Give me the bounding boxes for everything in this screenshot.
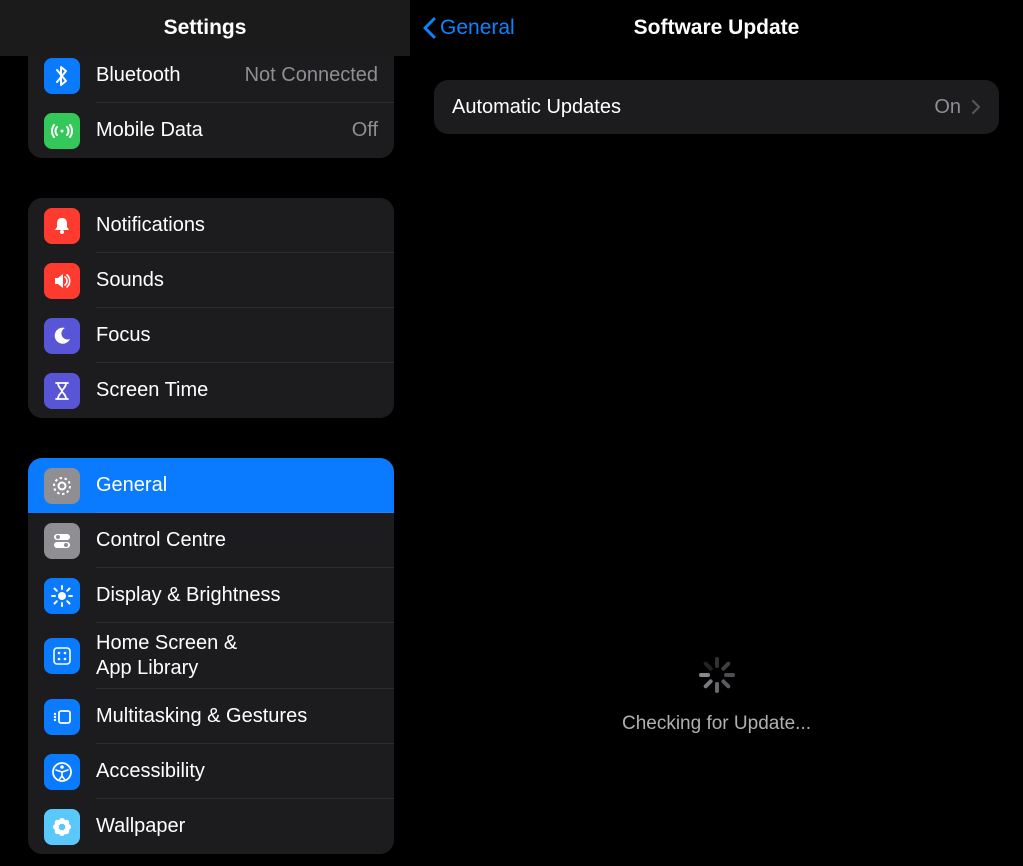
detail-pane: General Software Update Automatic Update… (410, 0, 1023, 866)
sidebar-item-sounds[interactable]: Sounds (28, 253, 394, 308)
checking-status: Checking for Update... (410, 655, 1023, 735)
antenna-icon (44, 113, 80, 149)
multitasking-icon (44, 699, 80, 735)
speaker-icon (44, 263, 80, 299)
sidebar-item-label: Accessibility (96, 759, 378, 784)
sidebar-item-home-screen[interactable]: Home Screen & App Library (28, 623, 394, 689)
accessibility-icon (44, 754, 80, 790)
sidebar-title: Settings (164, 16, 247, 40)
settings-sidebar: Settings Bluetooth Not Connected Mobi (0, 0, 410, 866)
sidebar-item-control-centre[interactable]: Control Centre (28, 513, 394, 568)
sidebar-item-label: Home Screen & App Library (96, 631, 378, 681)
sidebar-item-label: Multitasking & Gestures (96, 704, 378, 729)
switches-icon (44, 523, 80, 559)
sidebar-item-accessibility[interactable]: Accessibility (28, 744, 394, 799)
sidebar-item-label: Mobile Data (96, 118, 344, 143)
grid-icon (44, 638, 80, 674)
sidebar-item-label: Sounds (96, 268, 378, 293)
sidebar-item-mobile-data[interactable]: Mobile Data Off (28, 103, 394, 158)
sidebar-group-notifications: Notifications Sounds Focus (28, 198, 394, 418)
back-label: General (440, 16, 515, 40)
detail-group: Automatic Updates On (434, 80, 999, 134)
sidebar-item-display[interactable]: Display & Brightness (28, 568, 394, 623)
automatic-updates-row[interactable]: Automatic Updates On (434, 80, 999, 134)
bluetooth-icon (44, 58, 80, 94)
detail-title: Software Update (634, 16, 800, 40)
sidebar-item-screen-time[interactable]: Screen Time (28, 363, 394, 418)
sidebar-item-label: Screen Time (96, 378, 378, 403)
detail-header: General Software Update (410, 0, 1023, 56)
back-button[interactable]: General (422, 0, 515, 56)
sidebar-group-connectivity: Bluetooth Not Connected Mobile Data Off (28, 56, 394, 158)
sidebar-item-multitasking[interactable]: Multitasking & Gestures (28, 689, 394, 744)
flower-icon (44, 809, 80, 845)
sidebar-item-focus[interactable]: Focus (28, 308, 394, 363)
sidebar-item-bluetooth[interactable]: Bluetooth Not Connected (28, 56, 394, 103)
sidebar-item-label: Notifications (96, 213, 378, 238)
gear-icon (44, 468, 80, 504)
sidebar-group-general: General Control Centre Display & Brightn… (28, 458, 394, 854)
sidebar-item-notifications[interactable]: Notifications (28, 198, 394, 253)
sidebar-item-label: Bluetooth (96, 63, 237, 88)
sidebar-item-label: Wallpaper (96, 814, 378, 839)
row-status: On (934, 96, 961, 119)
sidebar-item-label: Focus (96, 323, 378, 348)
sidebar-item-label: General (96, 473, 378, 498)
sidebar-item-label: Display & Brightness (96, 583, 378, 608)
sidebar-item-label: Control Centre (96, 528, 378, 553)
chevron-left-icon (422, 17, 436, 39)
checking-label: Checking for Update... (622, 713, 811, 735)
moon-icon (44, 318, 80, 354)
row-label: Automatic Updates (452, 96, 934, 119)
sidebar-item-general[interactable]: General (28, 458, 394, 513)
chevron-right-icon (971, 99, 981, 115)
bell-icon (44, 208, 80, 244)
sidebar-item-wallpaper[interactable]: Wallpaper (28, 799, 394, 854)
brightness-icon (44, 578, 80, 614)
sidebar-item-status: Off (352, 119, 378, 142)
sidebar-header: Settings (0, 0, 410, 56)
hourglass-icon (44, 373, 80, 409)
spinner-icon (697, 655, 737, 695)
sidebar-item-status: Not Connected (245, 64, 378, 87)
